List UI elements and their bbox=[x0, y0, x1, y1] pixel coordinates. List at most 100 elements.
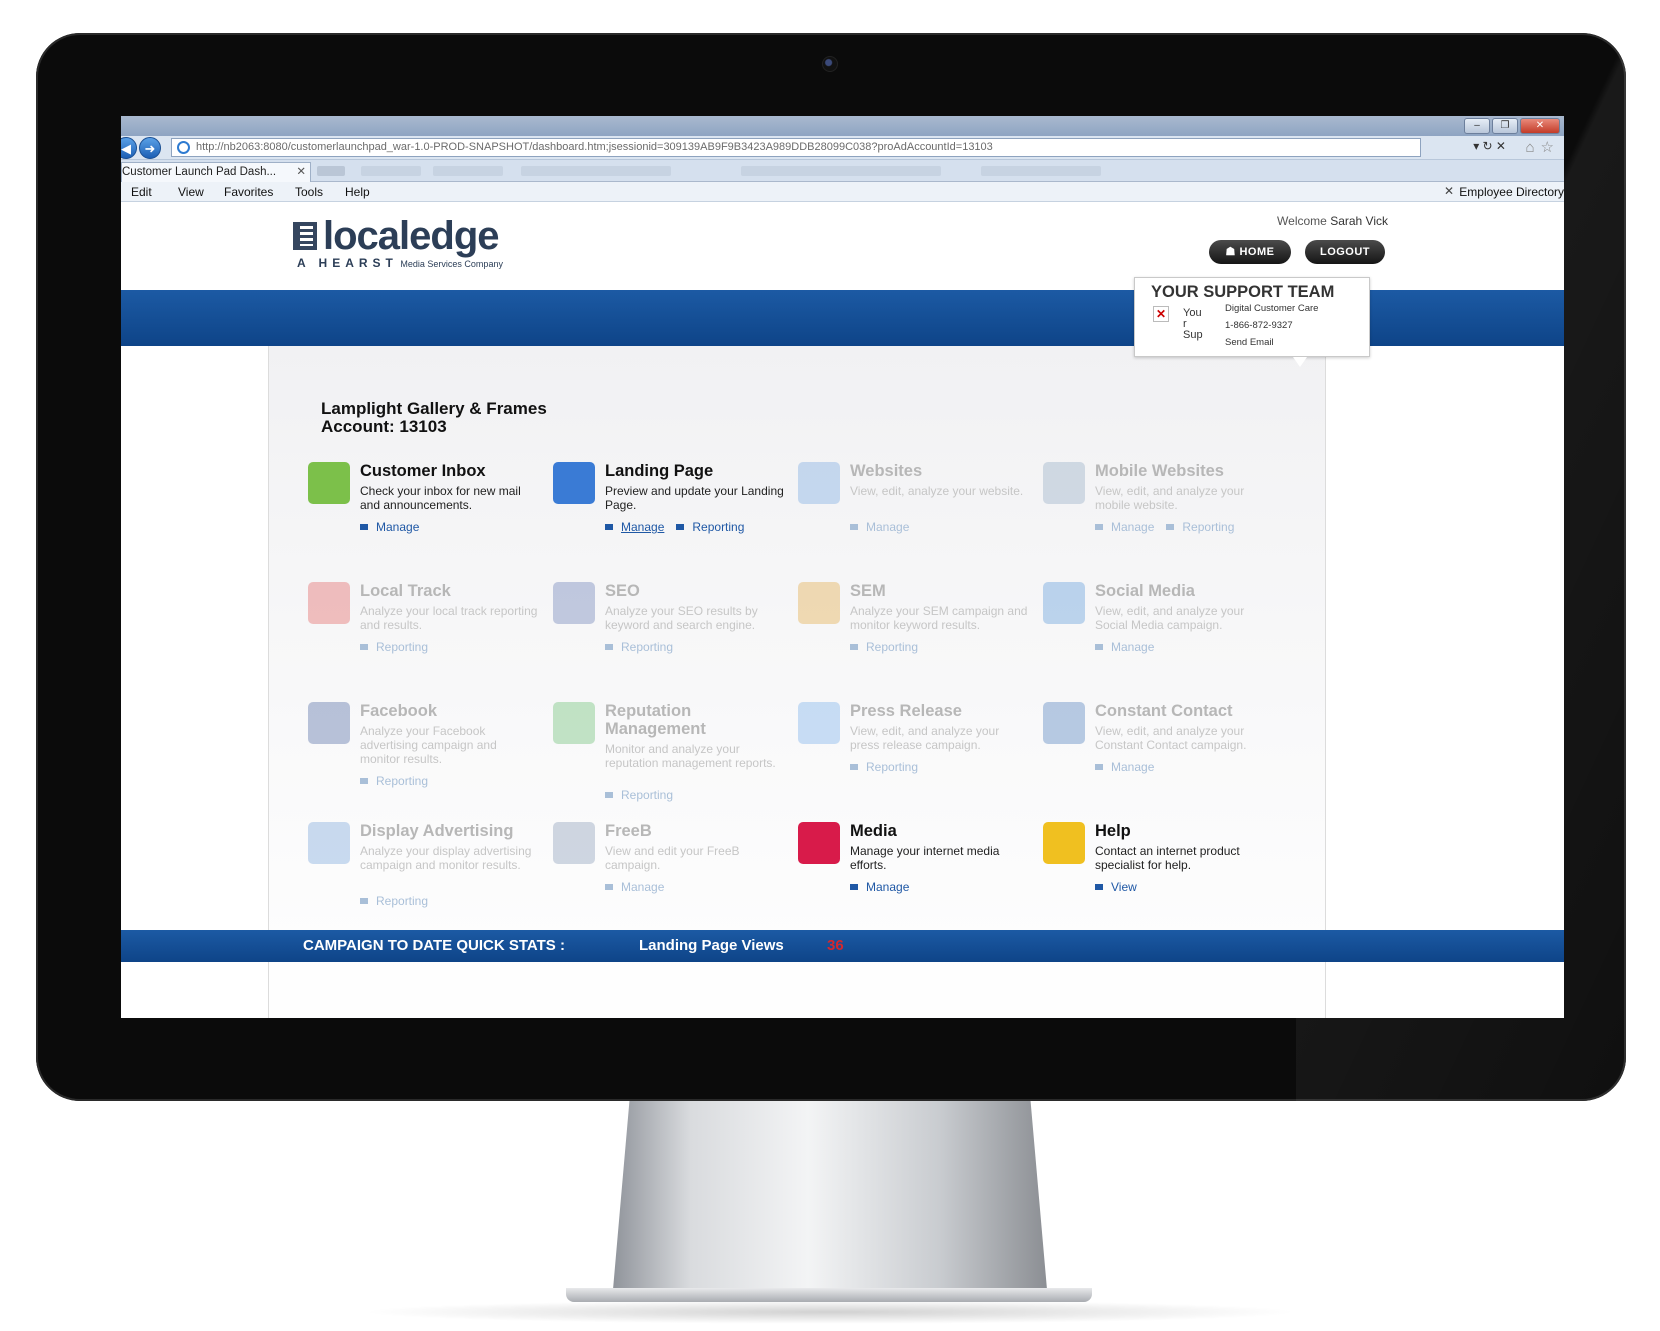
product-description: View, edit, and analyze your press relea… bbox=[850, 724, 1000, 752]
product-links: Reporting bbox=[360, 774, 440, 788]
video-camera-icon[interactable] bbox=[798, 822, 840, 864]
favorites-item[interactable] bbox=[741, 166, 941, 176]
product-card-customer-inbox: Customer Inbox Check your inbox for new m… bbox=[308, 462, 553, 572]
product-title[interactable]: SEO bbox=[605, 582, 640, 601]
product-title[interactable]: Local Track bbox=[360, 582, 451, 601]
product-title[interactable]: Customer Inbox bbox=[360, 462, 486, 481]
monitor-stand bbox=[612, 1101, 1048, 1301]
menu-bar: Edit View Favorites Tools Help ✕ Employe… bbox=[121, 182, 1564, 202]
close-window-icon[interactable]: ✕ bbox=[1520, 118, 1560, 134]
favorites-item[interactable] bbox=[981, 166, 1101, 176]
refresh-stop-icons[interactable]: ▾ ↻ ✕ bbox=[1473, 139, 1506, 153]
product-title[interactable]: Websites bbox=[850, 462, 922, 481]
support-phone: 1-866-872-9327 bbox=[1225, 320, 1293, 331]
address-row: ◀ ➜ http://nb2063:8080/customerlaunchpad… bbox=[121, 136, 1564, 160]
menu-view[interactable]: View bbox=[178, 185, 204, 199]
reporting-link[interactable]: Reporting bbox=[605, 788, 673, 802]
sem-target-icon[interactable] bbox=[798, 582, 840, 624]
logo-mark-icon bbox=[293, 222, 317, 250]
back-icon[interactable]: ◀ bbox=[121, 137, 137, 159]
close-toolbar-icon[interactable]: ✕ bbox=[1444, 184, 1454, 198]
manage-link[interactable]: Manage bbox=[850, 520, 909, 534]
product-title[interactable]: Mobile Websites bbox=[1095, 462, 1224, 481]
product-title[interactable]: Reputation Management bbox=[605, 702, 755, 738]
favorites-item[interactable] bbox=[521, 166, 671, 176]
product-title[interactable]: Press Release bbox=[850, 702, 962, 721]
logout-button[interactable]: LOGOUT bbox=[1305, 240, 1385, 264]
product-card-freeb: FreeB View and edit your FreeB campaign. M… bbox=[553, 822, 798, 932]
product-card-websites: Websites View, edit, analyze your website… bbox=[798, 462, 1043, 572]
reporting-link[interactable]: Reporting bbox=[850, 640, 918, 654]
help-person-icon[interactable] bbox=[1043, 822, 1085, 864]
display-ad-icon[interactable] bbox=[308, 822, 350, 864]
mobile-phone-icon[interactable] bbox=[1043, 462, 1085, 504]
landing-page-views-value: 36 bbox=[827, 937, 844, 954]
address-bar[interactable]: http://nb2063:8080/customerlaunchpad_war… bbox=[171, 138, 1421, 157]
product-card-social-media: Social Media View, edit, and analyze your… bbox=[1043, 582, 1288, 692]
manage-link[interactable]: Manage bbox=[1095, 760, 1154, 774]
globe-icon[interactable] bbox=[798, 462, 840, 504]
monitor-cursor-icon[interactable] bbox=[553, 462, 595, 504]
manage-link[interactable]: Manage bbox=[1095, 520, 1154, 534]
screen: – ❐ ✕ ◀ ➜ http://nb2063:8080/customerlau… bbox=[121, 116, 1564, 1018]
constant-contact-logo-icon[interactable] bbox=[1043, 702, 1085, 744]
product-title[interactable]: Media bbox=[850, 822, 897, 841]
menu-help[interactable]: Help bbox=[345, 185, 370, 199]
document-icon[interactable] bbox=[798, 702, 840, 744]
window-controls: – ❐ ✕ bbox=[1464, 118, 1560, 134]
speech-bubbles-icon[interactable] bbox=[553, 702, 595, 744]
minimize-icon[interactable]: – bbox=[1464, 118, 1490, 134]
ie-icon bbox=[177, 141, 190, 154]
reporting-link[interactable]: Reporting bbox=[676, 520, 744, 534]
product-description: Analyze your SEO results by keyword and … bbox=[605, 604, 758, 632]
product-links: Manage Reporting bbox=[1095, 520, 1246, 534]
home-button[interactable]: ☗ HOME bbox=[1209, 240, 1291, 264]
welcome-label: Welcome bbox=[1277, 214, 1327, 228]
view-link[interactable]: View bbox=[1095, 880, 1137, 894]
inbox-icon[interactable] bbox=[308, 462, 350, 504]
facebook-icon[interactable] bbox=[308, 702, 350, 744]
product-description: Analyze your local track reporting and r… bbox=[360, 604, 538, 632]
product-description: Analyze your display advertising campaig… bbox=[360, 844, 532, 872]
product-title[interactable]: Help bbox=[1095, 822, 1131, 841]
home-favorites-icons[interactable]: ⌂☆ bbox=[1525, 138, 1560, 156]
menu-tools[interactable]: Tools bbox=[295, 185, 323, 199]
calculator-icon[interactable] bbox=[553, 822, 595, 864]
product-title[interactable]: SEM bbox=[850, 582, 886, 601]
people-icon[interactable] bbox=[1043, 582, 1085, 624]
product-title[interactable]: Social Media bbox=[1095, 582, 1195, 601]
reporting-link[interactable]: Reporting bbox=[605, 640, 673, 654]
seo-magnifier-icon[interactable] bbox=[553, 582, 595, 624]
tab-close-icon[interactable]: ✕ bbox=[296, 163, 306, 181]
product-title[interactable]: FreeB bbox=[605, 822, 652, 841]
monitor-stand-base bbox=[566, 1288, 1092, 1302]
product-title[interactable]: Display Advertising bbox=[360, 822, 513, 841]
manage-link[interactable]: Manage bbox=[1095, 640, 1154, 654]
product-description: Monitor and analyze your reputation mana… bbox=[605, 742, 776, 770]
reporting-link[interactable]: Reporting bbox=[850, 760, 918, 774]
growth-chart-icon[interactable] bbox=[308, 582, 350, 624]
reporting-link[interactable]: Reporting bbox=[360, 774, 428, 788]
reporting-link[interactable]: Reporting bbox=[360, 894, 428, 908]
manage-link[interactable]: Manage bbox=[605, 880, 664, 894]
product-title[interactable]: Constant Contact bbox=[1095, 702, 1233, 721]
menu-favorites[interactable]: Favorites bbox=[224, 185, 273, 199]
forward-icon[interactable]: ➜ bbox=[139, 137, 161, 159]
product-title[interactable]: Landing Page bbox=[605, 462, 713, 481]
manage-link[interactable]: Manage bbox=[605, 520, 664, 534]
product-description: View, edit, analyze your website. bbox=[850, 484, 1024, 498]
quick-stats-bar: CAMPAIGN TO DATE QUICK STATS : Landing P… bbox=[121, 930, 1564, 962]
manage-link[interactable]: Manage bbox=[850, 880, 909, 894]
reporting-link[interactable]: Reporting bbox=[360, 640, 428, 654]
restore-icon[interactable]: ❐ bbox=[1492, 118, 1518, 134]
reporting-link[interactable]: Reporting bbox=[1166, 520, 1234, 534]
tab-customer-launch-pad[interactable]: Customer Launch Pad Dash... ✕ bbox=[121, 162, 311, 182]
employee-directory-link[interactable]: Employee Directory bbox=[1459, 185, 1564, 199]
manage-link[interactable]: Manage bbox=[360, 520, 419, 534]
favorites-item[interactable] bbox=[433, 166, 503, 176]
favorites-item[interactable] bbox=[361, 166, 421, 176]
new-tab-button[interactable] bbox=[317, 166, 345, 176]
menu-edit[interactable]: Edit bbox=[131, 185, 152, 199]
send-email-link[interactable]: Send Email bbox=[1225, 337, 1274, 348]
product-title[interactable]: Facebook bbox=[360, 702, 437, 721]
